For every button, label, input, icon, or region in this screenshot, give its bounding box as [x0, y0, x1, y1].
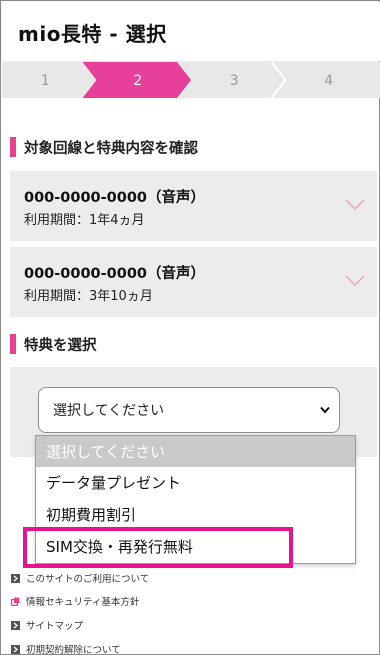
footer-link-label: 情報セキュリティ基本方針 — [26, 597, 140, 608]
benefit-dropdown-list: 選択してください データ量プレゼント 初期費用割引 SIM交換・再発行無料 — [35, 435, 356, 564]
usage-period: 利用期間：3年10ヵ月 — [24, 289, 153, 304]
chevron-down-icon[interactable] — [345, 199, 365, 211]
app-frame: mio長特 - 選択 1 2 3 4 対象回線と特典内容を確認 000-0000-00… — [0, 0, 380, 655]
benefit-section-heading: 特典を選択 — [10, 333, 97, 355]
arrow-right-icon — [11, 620, 20, 630]
line-card[interactable]: 000-0000-0000（音声） 利用期間：1年4ヵ月 — [10, 171, 377, 241]
footer-link[interactable]: 初期契約解除について — [11, 642, 231, 655]
dropdown-option[interactable]: 選択してください — [36, 436, 355, 467]
step-label: 2 — [133, 73, 142, 89]
external-link-icon — [11, 597, 20, 606]
benefit-select[interactable]: 選択してください — [38, 387, 340, 433]
arrow-right-icon — [11, 573, 20, 583]
line-card[interactable]: 000-0000-0000（音声） 利用期間：3年10ヵ月 — [10, 247, 377, 317]
footer-link-label: 初期契約解除について — [26, 645, 121, 655]
usage-period: 利用期間：1年4ヵ月 — [24, 213, 145, 228]
step-progress-svg: 1 2 3 4 — [2, 62, 380, 98]
step-label: 4 — [324, 73, 333, 89]
app-header: mio長特 - 選択 — [2, 2, 380, 61]
footer-link[interactable]: 情報セキュリティ基本方針 — [11, 594, 231, 608]
line-number: 000-0000-0000（音声） — [24, 190, 206, 206]
chevron-down-icon[interactable] — [345, 275, 365, 287]
select-value: 選択してください — [53, 403, 165, 419]
arrow-right-icon — [11, 644, 20, 654]
step-progress-bar: 1 2 3 4 — [2, 62, 380, 98]
footer-link-label: サイトマップ — [26, 621, 84, 632]
step-label: 3 — [230, 73, 239, 89]
select-arrow-icon — [320, 406, 330, 414]
line-number: 000-0000-0000（音声） — [24, 266, 206, 282]
dropdown-option[interactable]: データ量プレゼント — [36, 467, 355, 498]
footer-link[interactable]: サイトマップ — [11, 618, 231, 632]
step-label: 1 — [41, 73, 50, 89]
footer-link-label: このサイトのご利用について — [26, 574, 150, 585]
page-title: mio長特 - 選択 — [18, 22, 167, 46]
dropdown-option-sim-exchange[interactable]: SIM交換・再発行無料 — [36, 531, 355, 562]
footer-link[interactable]: このサイトのご利用について — [11, 571, 231, 585]
dropdown-option[interactable]: 初期費用割引 — [36, 499, 355, 530]
confirm-section-heading: 対象回線と特典内容を確認 — [10, 136, 198, 158]
